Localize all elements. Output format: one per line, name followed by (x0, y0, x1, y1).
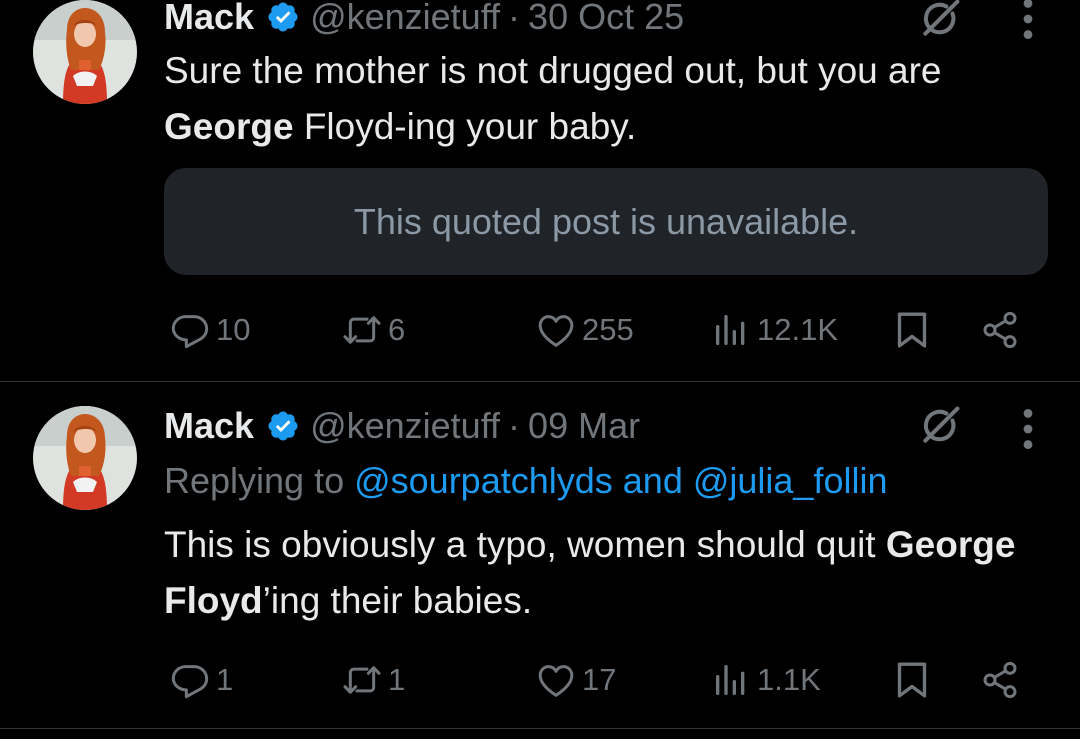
reply-icon (170, 660, 210, 700)
avatar-image (33, 0, 137, 104)
tweet-header: Mack @kenzietuff · 30 Oct 25 (164, 0, 684, 39)
repost-button[interactable]: 6 (342, 305, 405, 355)
bookmark-button[interactable] (892, 305, 932, 355)
verified-badge-icon (266, 409, 300, 443)
grok-icon[interactable] (918, 404, 962, 448)
like-count: 255 (582, 312, 634, 347)
tweet-text-part: Floyd-ing your baby. (293, 106, 637, 147)
tweet-text-part: This is obviously a typo, women should q… (164, 524, 886, 565)
tweet-text-part: Sure the mother is not drugged out, but … (164, 50, 942, 91)
bookmark-icon (892, 660, 932, 700)
share-icon (980, 310, 1020, 350)
tweet-text: This is obviously a typo, women should q… (164, 517, 1024, 629)
separator-dot: · (508, 405, 521, 446)
repost-button[interactable]: 1 (342, 655, 405, 705)
verified-badge-icon (266, 0, 300, 34)
replying-to: Replying to @sourpatchlyds and @julia_fo… (164, 460, 887, 502)
repost-count: 6 (388, 312, 406, 347)
action-bar: 10 6 255 12.1K (164, 305, 1044, 355)
repost-icon (342, 310, 382, 350)
reply-icon (170, 310, 210, 350)
like-count: 17 (582, 662, 617, 697)
separator-dot: · (508, 0, 521, 37)
bookmark-icon (892, 310, 932, 350)
like-button[interactable]: 17 (536, 655, 616, 705)
views-icon (711, 660, 751, 700)
avatar[interactable] (33, 0, 137, 104)
share-icon (980, 660, 1020, 700)
views-count: 1.1K (757, 662, 821, 697)
repost-count: 1 (388, 662, 406, 697)
reply-button[interactable]: 1 (170, 655, 233, 705)
tweet[interactable]: Mack @kenzietuff · 30 Oct 25 Sure the mo… (0, 0, 1080, 382)
quoted-post-unavailable: This quoted post is unavailable. (164, 168, 1048, 275)
avatar-image (33, 406, 137, 510)
tweet[interactable]: Mack @kenzietuff · 09 Mar Replying to @s… (0, 382, 1080, 729)
author-name[interactable]: Mack (164, 405, 254, 447)
more-icon[interactable] (1016, 407, 1040, 451)
avatar[interactable] (33, 406, 137, 510)
views-icon (711, 310, 751, 350)
reply-count: 1 (216, 662, 234, 697)
like-icon (536, 660, 576, 700)
author-handle[interactable]: @kenzietuff (310, 0, 500, 38)
reply-count: 10 (216, 312, 251, 347)
author-handle[interactable]: @kenzietuff (310, 405, 500, 447)
action-bar: 1 1 17 1.1K (164, 655, 1044, 705)
share-button[interactable] (980, 305, 1020, 355)
tweet-header: Mack @kenzietuff · 09 Mar (164, 404, 640, 448)
like-button[interactable]: 255 (536, 305, 634, 355)
views-button[interactable]: 1.1K (711, 655, 821, 705)
reply-button[interactable]: 10 (170, 305, 250, 355)
views-button[interactable]: 12.1K (711, 305, 838, 355)
replying-mentions[interactable]: @sourpatchlyds and @julia_follin (354, 460, 887, 501)
post-date[interactable]: 30 Oct 25 (528, 0, 684, 38)
post-date[interactable]: 09 Mar (528, 405, 640, 447)
repost-icon (342, 660, 382, 700)
tweet-text: Sure the mother is not drugged out, but … (164, 43, 1024, 155)
bookmark-button[interactable] (892, 655, 932, 705)
more-icon[interactable] (1016, 0, 1040, 41)
replying-prefix: Replying to (164, 460, 355, 501)
tweet-text-bold: George (164, 106, 294, 147)
like-icon (536, 310, 576, 350)
grok-icon[interactable] (918, 0, 962, 41)
views-count: 12.1K (757, 312, 839, 347)
author-name[interactable]: Mack (164, 0, 254, 38)
share-button[interactable] (980, 655, 1020, 705)
tweet-text-part: ’ing their babies. (262, 580, 533, 621)
